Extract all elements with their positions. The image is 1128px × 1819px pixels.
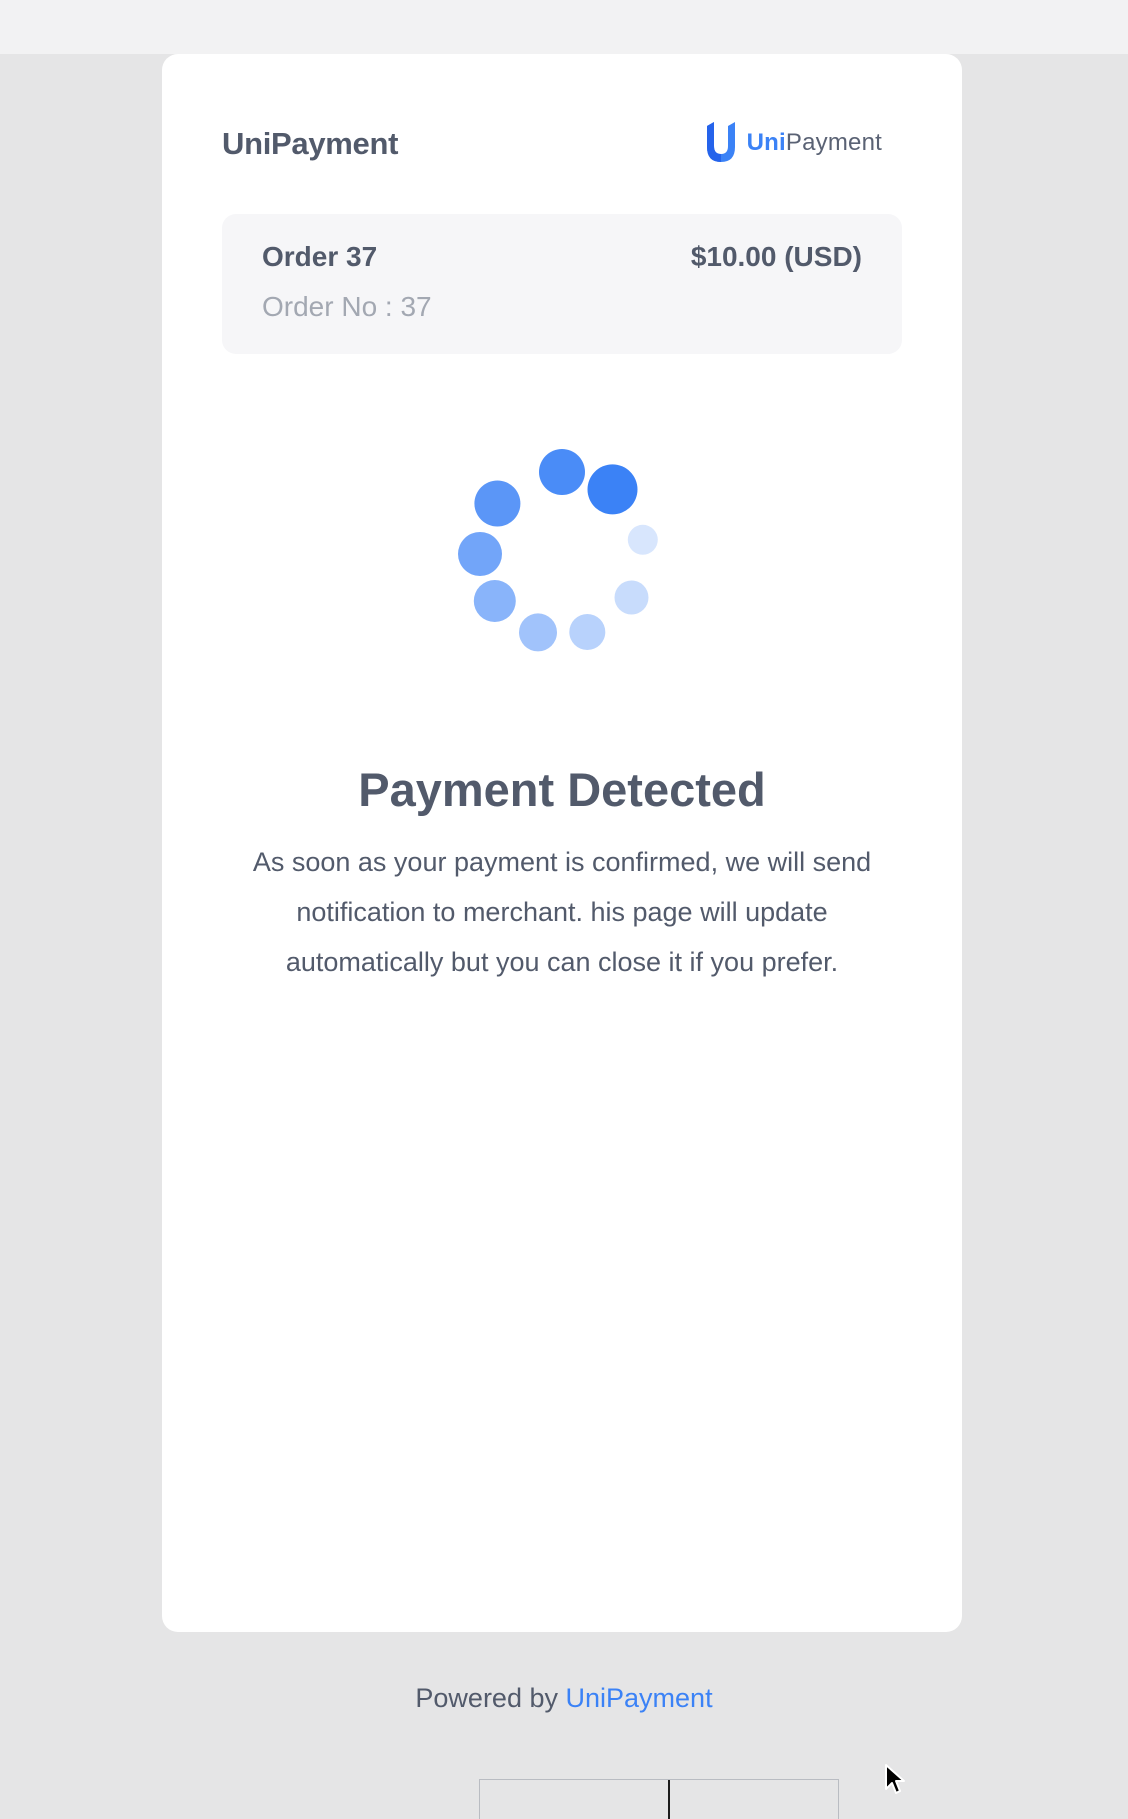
mouse-cursor-icon — [885, 1764, 905, 1794]
loading-spinner-icon — [458, 449, 658, 652]
powered-by-link[interactable]: UniPayment — [566, 1683, 713, 1713]
status-title: Payment Detected — [358, 763, 766, 816]
spinner-dot — [587, 464, 638, 515]
order-number: Order No : 37 — [262, 291, 432, 322]
payment-card: UniPayment UniPayment Order 37 $10.00 (U… — [162, 54, 962, 1632]
spinner-dot — [458, 532, 502, 576]
spinner-dot — [473, 580, 516, 622]
browser-top-strip — [0, 0, 1128, 54]
status-message: As soon as your payment is confirmed, we… — [252, 847, 872, 977]
spinner-dot — [569, 614, 606, 650]
order-amount: $10.00 (USD) — [690, 241, 862, 272]
spinner-dot — [519, 613, 557, 652]
order-summary: Order 37 $10.00 (USD) Order No : 37 — [222, 214, 902, 354]
powered-by-prefix: Powered by — [415, 1683, 558, 1713]
order-title: Order 37 — [262, 241, 378, 272]
merchant-name: UniPayment — [222, 126, 399, 161]
spinner-dot — [614, 580, 649, 615]
spinner-dot — [539, 449, 585, 495]
bottom-partial-panel-left — [480, 1780, 670, 1819]
brand-logo-text: UniPayment — [746, 129, 882, 156]
spinner-dot — [474, 480, 521, 527]
unipayment-logo-icon — [706, 122, 735, 162]
bottom-partial-panel — [479, 1779, 839, 1819]
spinner-dot — [627, 524, 658, 555]
powered-by: Powered by UniPayment — [0, 1683, 1128, 1714]
brand-logo: UniPayment — [703, 122, 882, 164]
